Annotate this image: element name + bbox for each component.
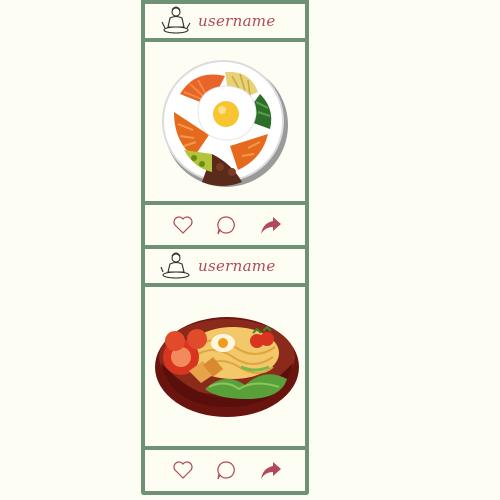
- username[interactable]: username: [198, 12, 276, 30]
- heart-icon[interactable]: [171, 458, 195, 482]
- post-image[interactable]: [145, 287, 305, 446]
- feed-frame: username username: [141, 0, 309, 495]
- chef-avatar-icon[interactable]: [159, 4, 193, 38]
- bibimbap-image: [162, 60, 288, 187]
- comment-icon[interactable]: [214, 458, 238, 482]
- ramen-image: [155, 317, 299, 417]
- share-icon[interactable]: [259, 458, 283, 482]
- chef-avatar-icon[interactable]: [159, 249, 193, 283]
- share-icon[interactable]: [259, 213, 283, 237]
- comment-icon[interactable]: [214, 213, 238, 237]
- post-header: username: [145, 249, 305, 283]
- post-actions: [145, 450, 305, 490]
- heart-icon[interactable]: [171, 213, 195, 237]
- post-actions: [145, 205, 305, 245]
- post-image[interactable]: [145, 42, 305, 201]
- username[interactable]: username: [198, 257, 276, 275]
- post-header: username: [145, 4, 305, 38]
